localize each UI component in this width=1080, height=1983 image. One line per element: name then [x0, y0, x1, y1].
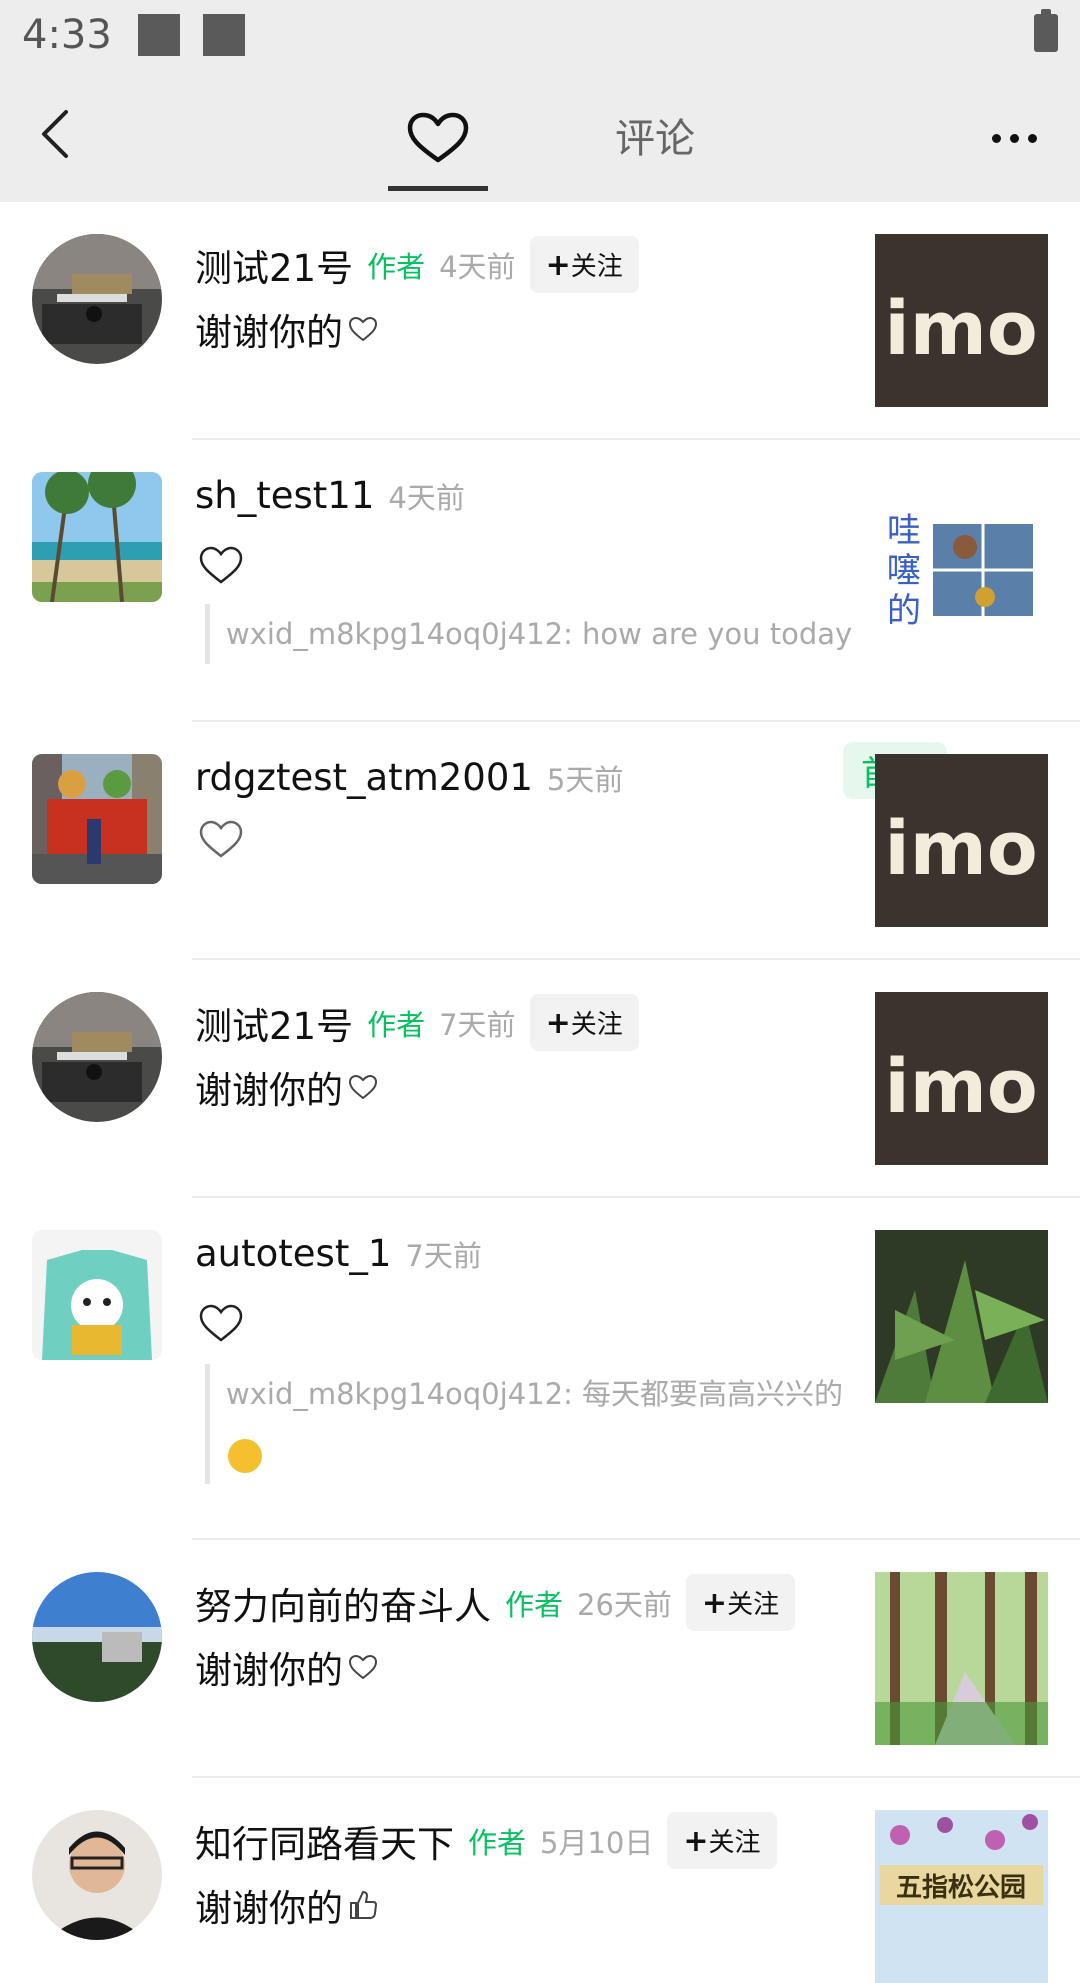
author-tag: 作者	[367, 1007, 426, 1042]
plus-icon: +	[701, 1586, 728, 1621]
post-thumbnail[interactable]: imo	[875, 992, 1048, 1165]
avatar[interactable]	[32, 1572, 162, 1702]
thumbnail-text: imo	[884, 286, 1037, 372]
heart-icon	[348, 1074, 378, 1100]
timestamp: 4天前	[388, 480, 465, 515]
battery-icon	[1034, 9, 1058, 52]
avatar[interactable]	[32, 1230, 162, 1360]
status-bar: 4:33	[0, 0, 1080, 76]
username[interactable]: 测试21号	[195, 238, 353, 292]
heart-icon	[199, 820, 243, 858]
follow-label: 关注	[727, 1590, 780, 1620]
timestamp: 7天前	[439, 1007, 516, 1042]
post-thumbnail[interactable]: imo	[875, 754, 1048, 927]
username[interactable]: sh_test11	[195, 474, 374, 517]
list-item[interactable]: autotest_1 7天前 wxid_m8kpg14oq0j412: 每天都要…	[0, 1198, 1080, 1540]
author-tag: 作者	[505, 1587, 564, 1622]
username[interactable]: 知行同路看天下	[195, 1814, 454, 1868]
notification-icon	[203, 14, 245, 56]
username[interactable]: 测试21号	[195, 996, 353, 1050]
notification-icon	[138, 14, 180, 56]
username[interactable]: 努力向前的奋斗人	[195, 1576, 491, 1630]
list-item[interactable]: rdgztest_atm2001 5天前 首赞 imo	[0, 722, 1080, 960]
post-thumbnail[interactable]: 五指松公园	[875, 1810, 1048, 1983]
timestamp: 7天前	[405, 1238, 482, 1273]
timestamp: 26天前	[577, 1587, 672, 1622]
post-thumbnail[interactable]: imo	[875, 234, 1048, 407]
heart-icon	[407, 112, 469, 163]
timestamp: 5月10日	[540, 1825, 654, 1860]
plus-icon: +	[545, 1006, 571, 1041]
heart-icon	[199, 1304, 243, 1342]
reply-text: 谢谢你的	[195, 1649, 343, 1692]
status-time: 4:33	[22, 12, 112, 58]
post-thumbnail[interactable]	[875, 1572, 1048, 1745]
more-button[interactable]	[980, 106, 1050, 166]
avatar[interactable]	[32, 1810, 162, 1940]
follow-button[interactable]: +关注	[667, 1812, 777, 1869]
list-item[interactable]: sh_test11 4天前 wxid_m8kpg14oq0j412: how a…	[0, 440, 1080, 722]
reply-text: 谢谢你的	[195, 1069, 343, 1112]
heart-icon	[348, 316, 378, 342]
thumbnail-text: imo	[884, 806, 1037, 892]
author-tag: 作者	[367, 249, 426, 284]
emoji-icon	[228, 1439, 262, 1473]
plus-icon: +	[545, 248, 571, 283]
post-thumbnail[interactable]: 哇 噻 的	[875, 472, 1048, 645]
avatar[interactable]	[32, 472, 162, 602]
quoted-comment: wxid_m8kpg14oq0j412: how are you today	[205, 604, 856, 664]
thumbnail-decoration: 哇	[887, 511, 921, 551]
tab-likes[interactable]	[388, 98, 488, 178]
thumbnail-decoration: 的	[887, 591, 921, 631]
list-item[interactable]: 知行同路看天下 作者 5月10日 +关注 谢谢你的 五指松公园	[0, 1778, 1080, 1983]
list-item[interactable]: 测试21号 作者 7天前 +关注 谢谢你的 imo	[0, 960, 1080, 1198]
tab-indicator	[388, 186, 488, 191]
chevron-left-icon	[42, 110, 68, 158]
follow-label: 关注	[708, 1828, 761, 1858]
follow-label: 关注	[570, 252, 623, 282]
username[interactable]: autotest_1	[195, 1232, 391, 1275]
quoted-comment: wxid_m8kpg14oq0j412: 每天都要高高兴兴的	[205, 1364, 856, 1484]
thumbs-up-icon	[350, 1890, 378, 1919]
more-dot	[1010, 134, 1019, 143]
post-thumbnail[interactable]	[875, 1230, 1048, 1403]
heart-icon	[348, 1654, 378, 1680]
top-bar: 评论	[0, 76, 1080, 202]
follow-button[interactable]: +关注	[529, 236, 639, 293]
heart-icon	[199, 546, 243, 584]
reply-text: 谢谢你的	[195, 1887, 343, 1930]
reply-text: 谢谢你的	[195, 311, 343, 354]
avatar[interactable]	[32, 234, 162, 364]
avatar[interactable]	[32, 992, 162, 1122]
quoted-text: wxid_m8kpg14oq0j412: 每天都要高高兴兴的	[226, 1377, 844, 1411]
follow-button[interactable]: +关注	[685, 1574, 796, 1631]
timestamp: 4天前	[439, 249, 516, 284]
list-item[interactable]: 测试21号 作者 4天前 +关注 谢谢你的 imo	[0, 202, 1080, 440]
author-tag: 作者	[468, 1825, 527, 1860]
thumbnail-text: imo	[884, 1044, 1037, 1130]
back-button[interactable]	[30, 104, 90, 164]
tab-comments[interactable]: 评论	[615, 106, 695, 164]
thumbnail-decoration: 噻	[887, 551, 921, 591]
plus-icon: +	[683, 1824, 709, 1859]
username[interactable]: rdgztest_atm2001	[195, 756, 533, 799]
more-dot	[1028, 134, 1037, 143]
thumbnail-text: 五指松公园	[896, 1873, 1026, 1903]
list-item[interactable]: 努力向前的奋斗人 作者 26天前 +关注 谢谢你的	[0, 1540, 1080, 1778]
timestamp: 5天前	[546, 762, 624, 797]
follow-label: 关注	[570, 1010, 623, 1040]
more-dot	[992, 134, 1001, 143]
follow-button[interactable]: +关注	[529, 994, 639, 1051]
avatar[interactable]	[32, 754, 162, 884]
